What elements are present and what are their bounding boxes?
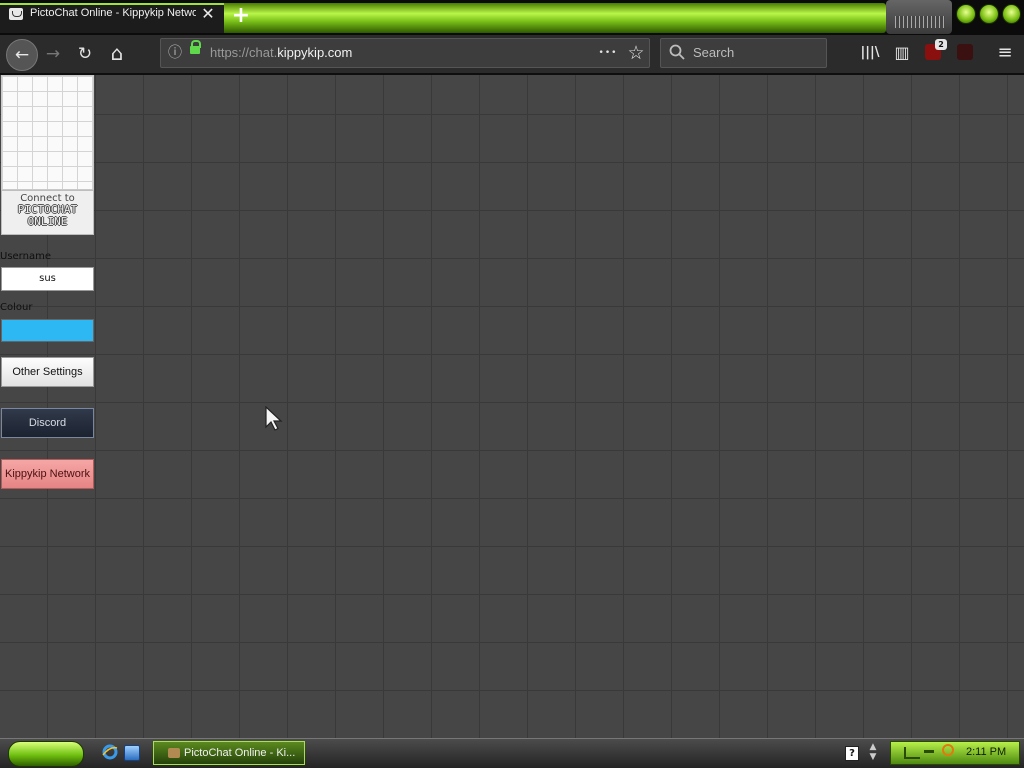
drawing-canvas[interactable]	[0, 75, 1024, 738]
mouse-cursor-icon	[265, 406, 283, 431]
hamburger-menu-icon[interactable]: ≡	[992, 38, 1018, 68]
tray-search-icon[interactable]	[942, 744, 954, 756]
quick-launch-icon[interactable]	[124, 745, 140, 761]
ublock-badge: 2	[935, 39, 947, 50]
connect-button[interactable]: Connect to PICTOCHAT ONLINE	[1, 190, 94, 235]
tab-close-icon[interactable]: ✕	[199, 4, 217, 24]
page-actions-icon[interactable]: •••	[596, 38, 620, 68]
lock-icon	[190, 40, 201, 54]
colour-picker[interactable]	[1, 319, 94, 342]
close-window-button[interactable]	[1002, 4, 1021, 24]
tab-title: PictoChat Online - Kippykip Network	[30, 7, 196, 19]
taskbar-item-pictochat[interactable]: PictoChat Online - Ki...	[153, 741, 305, 765]
tray-expand-icon[interactable]: ▲ ▼	[866, 742, 880, 764]
tab-strip	[224, 3, 886, 33]
minimize-button[interactable]	[956, 4, 976, 24]
logo-line-2: ONLINE	[27, 215, 68, 228]
home-button[interactable]: ⌂	[102, 38, 132, 68]
url-prefix: https://chat.	[210, 45, 278, 60]
search-placeholder: Search	[693, 45, 735, 60]
maximize-button[interactable]	[979, 4, 999, 24]
other-settings-button[interactable]: Other Settings	[1, 357, 94, 387]
back-button[interactable]: ←	[6, 39, 38, 71]
reload-button[interactable]: ↻	[70, 39, 100, 69]
grip-ridges	[895, 16, 945, 28]
url-domain: kippykip.com	[277, 45, 353, 60]
pictochat-preview	[1, 75, 94, 190]
colour-label: Colour	[0, 302, 33, 313]
sidebar-toggle-icon[interactable]: ▥	[890, 38, 914, 68]
site-info-icon[interactable]: ⓘ	[165, 38, 185, 68]
network-icon[interactable]	[904, 747, 920, 759]
kippykip-network-button[interactable]: Kippykip Network	[1, 459, 94, 489]
pictochat-logo: PICTOCHAT ONLINE	[2, 204, 93, 228]
start-button[interactable]	[8, 741, 84, 767]
bookmark-star-icon[interactable]: ☆	[624, 38, 648, 68]
library-icon[interactable]: |||\	[858, 38, 882, 68]
forward-button[interactable]: →	[38, 39, 68, 69]
username-field[interactable]: sus	[1, 267, 94, 291]
internet-explorer-icon[interactable]	[102, 744, 118, 760]
help-icon[interactable]: ?	[845, 746, 859, 761]
search-input[interactable]	[660, 38, 827, 68]
url-text[interactable]: https://chat.kippykip.com	[210, 45, 352, 60]
username-label: Username	[0, 251, 51, 262]
tab-favicon-icon	[9, 8, 23, 20]
taskbar-item-label: PictoChat Online - Ki...	[184, 747, 296, 759]
search-icon	[669, 44, 685, 60]
extension-icon[interactable]	[957, 44, 973, 60]
discord-button[interactable]: Discord	[1, 408, 94, 438]
clock[interactable]: 2:11 PM	[966, 746, 1006, 758]
taskbar-item-icon	[168, 748, 180, 759]
new-tab-button[interactable]: +	[230, 3, 252, 29]
volume-icon[interactable]	[924, 750, 934, 753]
